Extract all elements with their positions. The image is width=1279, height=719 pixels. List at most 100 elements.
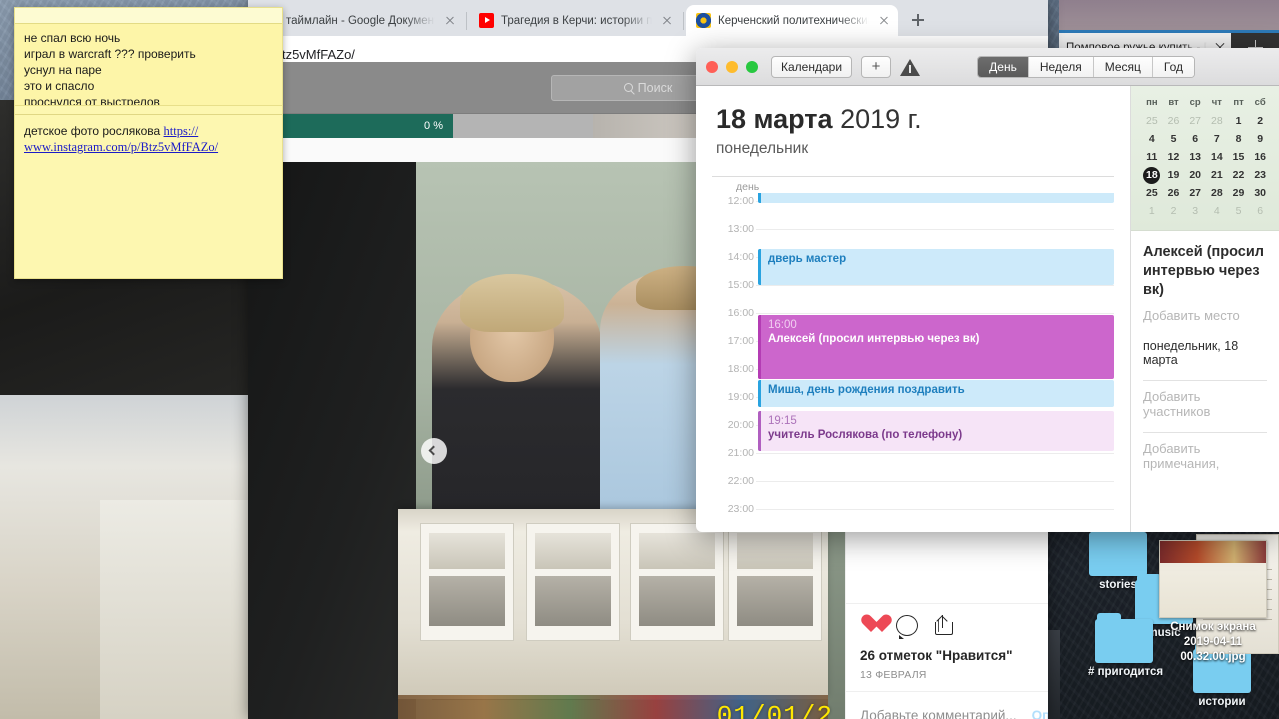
mini-day[interactable]: 6 <box>1184 130 1206 148</box>
mini-day[interactable]: 9 <box>1249 130 1271 148</box>
note-line: уснул на паре <box>24 63 102 77</box>
hour-label: 14:00 <box>727 251 754 263</box>
note-link-part1[interactable]: https:// <box>164 124 199 138</box>
tab-month[interactable]: Месяц <box>1093 57 1153 77</box>
sticky-note-upper-pane[interactable]: не спал всю ночь играл в warcraft ??? пр… <box>15 24 282 106</box>
share-icon[interactable] <box>932 614 954 636</box>
desktop-icon-screenshot-file[interactable]: Снимок экрана 2019-04-11 00.32.00.jpg <box>1150 540 1276 665</box>
comment-bubble-icon[interactable] <box>896 614 918 639</box>
comment-input-placeholder[interactable]: Добавьте комментарий... <box>860 708 1017 719</box>
mini-day[interactable]: 8 <box>1228 130 1250 148</box>
warning-triangle-icon[interactable] <box>900 58 921 76</box>
tab-day[interactable]: День <box>978 57 1029 77</box>
mini-day[interactable]: 12 <box>1163 148 1185 166</box>
mini-day[interactable]: 15 <box>1228 148 1250 166</box>
note-line: играл в warcraft ??? проверить <box>24 47 196 61</box>
mini-calendar[interactable]: пн вт ср чт пт сб 25 26 27 28 1 2 4 5 6 … <box>1131 86 1279 231</box>
zoom-button[interactable] <box>746 60 758 73</box>
publish-button[interactable]: Опубликовать <box>1032 708 1048 719</box>
mini-day[interactable]: 7 <box>1206 130 1228 148</box>
carousel-prev-button[interactable] <box>421 437 447 464</box>
event-title: Алексей (просил интервью через вк) <box>768 333 980 345</box>
mini-day[interactable]: 26 <box>1163 112 1185 130</box>
mini-day[interactable]: 4 <box>1206 202 1228 220</box>
inspector-add-notes[interactable]: Добавить примечания, <box>1143 441 1267 471</box>
mini-day[interactable]: 27 <box>1184 112 1206 130</box>
event-aleksey[interactable]: 16:00 Алексей (просил интервью через вк) <box>758 315 1114 379</box>
mini-day[interactable]: 16 <box>1249 148 1271 166</box>
mini-day[interactable]: 2 <box>1163 202 1185 220</box>
mini-day[interactable]: 22 <box>1228 166 1250 184</box>
likes-count[interactable]: 26 отметок "Нравится" <box>860 648 1048 663</box>
background-photo-page <box>100 500 260 719</box>
inspector-event-title[interactable]: Алексей (просил интервью через вк) <box>1143 243 1267 300</box>
sticky-note-titlebar[interactable] <box>15 8 282 24</box>
mini-day[interactable]: 20 <box>1184 166 1206 184</box>
tab-divider <box>466 12 467 30</box>
hour-label: 19:00 <box>727 391 754 403</box>
event-title: дверь мастер <box>768 253 847 265</box>
mini-day[interactable]: 23 <box>1249 166 1271 184</box>
hour-grid[interactable]: 12:00 13:00 14:00 15:00 16:00 17:00 18:0… <box>696 193 1130 532</box>
mini-day[interactable]: 28 <box>1206 184 1228 202</box>
mini-day[interactable]: 25 <box>1141 184 1163 202</box>
mini-calendar-week: 4 5 6 7 8 9 <box>1141 130 1271 148</box>
mini-day[interactable]: 30 <box>1249 184 1271 202</box>
mini-day[interactable]: 27 <box>1184 184 1206 202</box>
dow-fri: пт <box>1233 97 1244 108</box>
photo-exhibit-table <box>398 509 828 699</box>
tab-week[interactable]: Неделя <box>1028 57 1094 77</box>
mini-day[interactable]: 11 <box>1141 148 1163 166</box>
note-line: не спал всю ночь <box>24 31 121 45</box>
inspector-add-participants[interactable]: Добавить участников <box>1143 389 1267 419</box>
mini-day[interactable]: 28 <box>1206 112 1228 130</box>
inspector-add-location[interactable]: Добавить место <box>1143 308 1267 323</box>
sticky-note-window[interactable]: не спал всю ночь играл в warcraft ??? пр… <box>14 7 283 279</box>
close-icon[interactable] <box>659 13 675 29</box>
mini-day[interactable]: 19 <box>1163 166 1185 184</box>
tab-label: Трагедия в Керчи: истории по <box>501 14 652 27</box>
close-icon[interactable] <box>442 13 458 29</box>
mini-day[interactable]: 13 <box>1184 148 1206 166</box>
tab-kpk[interactable]: Керченский политехнический <box>686 5 898 36</box>
mini-day[interactable]: 5 <box>1163 130 1185 148</box>
heart-icon[interactable] <box>860 615 882 635</box>
event-dver-master[interactable]: дверь мастер <box>758 249 1114 285</box>
mini-day[interactable]: 21 <box>1206 166 1228 184</box>
inspector-date[interactable]: понедельник, 18 марта <box>1143 339 1267 367</box>
all-day-row[interactable]: день <box>712 176 1114 193</box>
mini-day[interactable]: 1 <box>1228 112 1250 130</box>
calendar-window[interactable]: Календари + День Неделя Месяц Год 18 мар… <box>696 48 1279 532</box>
minimize-button[interactable] <box>726 60 738 73</box>
calendar-titlebar[interactable]: Календари + День Неделя Месяц Год <box>696 48 1279 86</box>
mini-day[interactable]: 3 <box>1184 202 1206 220</box>
event-time: 19:15 <box>768 415 797 427</box>
event-uchitel-roslyakova[interactable]: 19:15 учитель Рослякова (по телефону) <box>758 411 1114 451</box>
calendars-button[interactable]: Календари <box>771 55 853 78</box>
mini-day[interactable]: 1 <box>1141 202 1163 220</box>
mini-day[interactable]: 6 <box>1249 202 1271 220</box>
close-icon[interactable] <box>876 13 892 29</box>
sticky-note-split-divider[interactable] <box>15 106 282 115</box>
event-misha[interactable]: Миша, день рождения поздравить <box>758 380 1114 407</box>
mini-day[interactable]: 2 <box>1249 112 1271 130</box>
add-event-button[interactable]: + <box>861 55 892 78</box>
event-clipped-top[interactable] <box>758 193 1114 203</box>
new-tab-button[interactable] <box>904 6 932 34</box>
mini-day[interactable]: 29 <box>1228 184 1250 202</box>
sticky-note-lower-pane[interactable]: детское фото рослякова https:// www.inst… <box>15 115 282 155</box>
tab-year[interactable]: Год <box>1152 57 1194 77</box>
mini-day-today[interactable]: 18 <box>1141 166 1163 184</box>
mini-day[interactable]: 14 <box>1206 148 1228 166</box>
add-comment-row[interactable]: Добавьте комментарий... Опубликовать <box>846 691 1048 719</box>
window-controls <box>706 60 758 73</box>
dow-thu: чт <box>1211 97 1222 108</box>
close-button[interactable] <box>706 60 718 73</box>
mini-day[interactable]: 25 <box>1141 112 1163 130</box>
mini-day[interactable]: 4 <box>1141 130 1163 148</box>
mini-day[interactable]: 5 <box>1228 202 1250 220</box>
mini-day[interactable]: 26 <box>1163 184 1185 202</box>
note-link-part2[interactable]: www.instagram.com/p/Btz5vMfFAZo/ <box>24 140 218 154</box>
tab-youtube[interactable]: Трагедия в Керчи: истории по <box>469 5 681 36</box>
tab-google-docs[interactable]: таймлайн - Google Документ <box>254 5 464 36</box>
